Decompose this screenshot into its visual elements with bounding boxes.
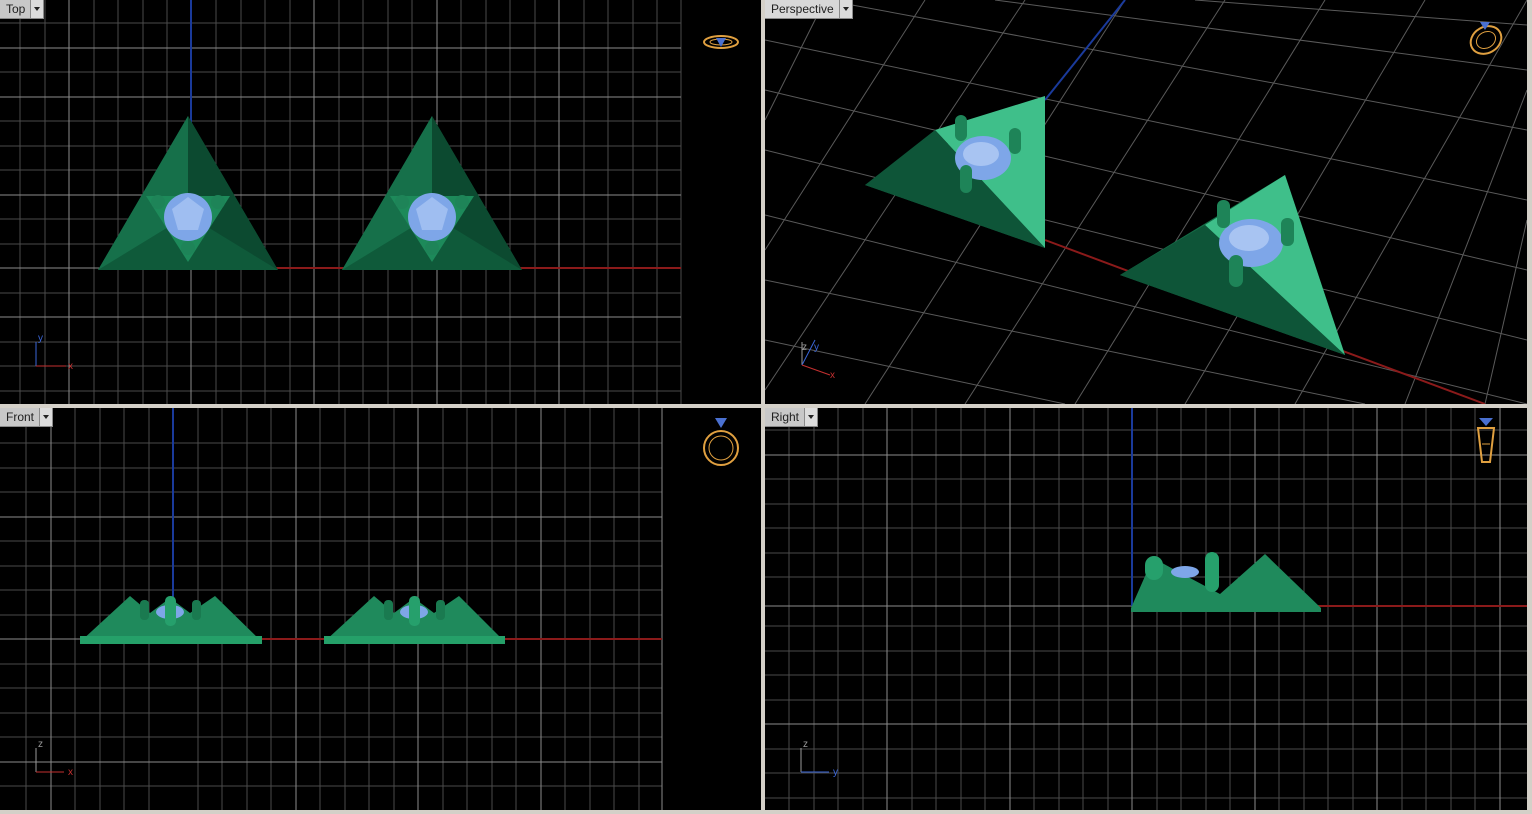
top-axis-labels: y x (38, 333, 73, 372)
chevron-down-icon[interactable] (39, 408, 53, 426)
svg-text:z: z (38, 739, 43, 750)
earring-right (342, 116, 522, 270)
viewport-title-tab[interactable]: Front (0, 408, 54, 427)
viewport-title-tab[interactable]: Top (0, 0, 45, 19)
viewport-title: Top (6, 2, 26, 16)
chevron-down-icon[interactable] (30, 0, 44, 18)
front-view-scene (0, 408, 663, 810)
viewport-front[interactable]: z x Front (0, 408, 761, 810)
svg-text:x: x (68, 361, 73, 372)
svg-text:x: x (68, 767, 73, 778)
svg-text:z: z (802, 342, 807, 353)
chevron-down-icon[interactable] (838, 0, 852, 18)
ring-perspective-view-icon[interactable] (1465, 16, 1509, 60)
svg-text:y: y (38, 333, 43, 344)
ring-top-view-icon[interactable] (700, 30, 742, 54)
right-view-scene (765, 408, 1527, 810)
viewport-title: Right (771, 410, 800, 424)
viewport-title-tab[interactable]: Perspective (765, 0, 853, 19)
viewport-right[interactable]: z y Right (765, 408, 1527, 810)
earring-right (324, 596, 505, 644)
svg-text:y: y (814, 342, 819, 353)
viewport-title-tab[interactable]: Right (765, 408, 819, 427)
earring-side (1131, 552, 1321, 612)
svg-text:x: x (830, 370, 835, 381)
viewport-perspective[interactable]: z y x Perspective (765, 0, 1527, 404)
top-view-scene (0, 0, 682, 404)
front-axis-labels: z x (38, 739, 73, 778)
earring-back (865, 96, 1045, 248)
earring-left (98, 116, 278, 270)
right-axis-labels: z y (803, 739, 838, 778)
earring-left (80, 596, 262, 644)
svg-text:z: z (803, 739, 808, 750)
svg-text:y: y (833, 767, 838, 778)
chevron-down-icon[interactable] (804, 408, 818, 426)
ring-front-view-icon[interactable] (700, 416, 744, 470)
perspective-view-scene (765, 0, 1527, 404)
earring-front (1120, 175, 1345, 355)
perspective-axis-labels: z y x (802, 342, 835, 381)
viewport-title: Perspective (771, 2, 834, 16)
viewport-top[interactable]: y x Top (0, 0, 761, 404)
viewport-title: Front (6, 410, 35, 424)
ring-right-view-icon[interactable] (1471, 416, 1501, 472)
